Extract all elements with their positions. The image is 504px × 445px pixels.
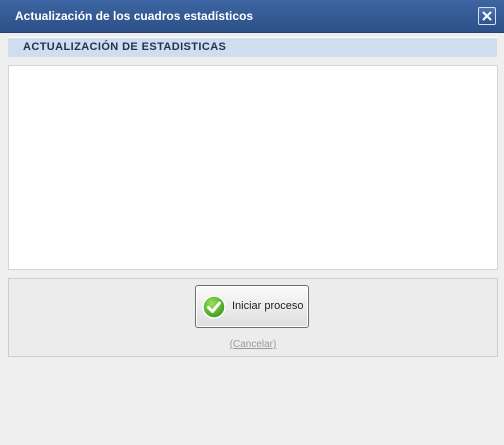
statistics-output-area	[8, 65, 498, 270]
section-header: ACTUALIZACIÓN DE ESTADISTICAS	[8, 37, 497, 57]
title-bar: Actualización de los cuadros estadístico…	[0, 0, 504, 33]
close-button[interactable]	[478, 7, 496, 25]
start-process-button[interactable]: Iniciar proceso	[195, 285, 309, 328]
check-circle-icon	[202, 295, 226, 319]
section-title: ACTUALIZACIÓN DE ESTADISTICAS	[23, 41, 227, 53]
dialog-window: Actualización de los cuadros estadístico…	[0, 0, 504, 445]
action-panel: Iniciar proceso (Cancelar)	[8, 278, 498, 357]
start-process-label: Iniciar proceso	[232, 300, 304, 312]
window-title: Actualización de los cuadros estadístico…	[15, 9, 254, 23]
close-icon	[482, 11, 492, 21]
cancel-link[interactable]: (Cancelar)	[9, 339, 497, 350]
cancel-label: (Cancelar)	[229, 339, 277, 350]
